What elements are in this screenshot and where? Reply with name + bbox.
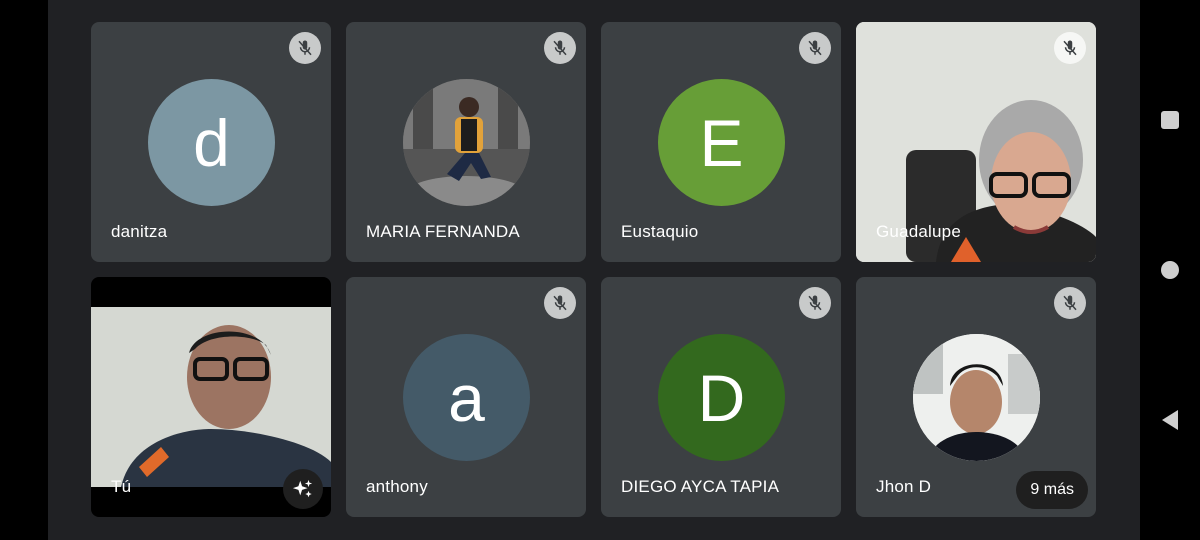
avatar: d	[148, 79, 275, 206]
avatar: a	[403, 334, 530, 461]
avatar-initial: E	[699, 105, 744, 180]
participant-tile-diego-ayca-tapia[interactable]: D DIEGO AYCA TAPIA	[601, 277, 841, 517]
mic-off-icon	[289, 32, 321, 64]
home-icon[interactable]	[1161, 261, 1179, 279]
mic-off-icon	[799, 32, 831, 64]
participant-tile-danitza[interactable]: d danitza	[91, 22, 331, 262]
participant-name: Jhon D	[876, 477, 932, 496]
avatar-initial: a	[448, 360, 485, 435]
participant-name: Tú	[111, 477, 132, 496]
mic-off-icon	[544, 32, 576, 64]
avatar-initial: d	[193, 105, 230, 180]
mic-off-icon	[799, 287, 831, 319]
mic-off-icon	[544, 287, 576, 319]
participant-name: Eustaquio	[621, 222, 699, 241]
avatar-photo	[913, 334, 1040, 461]
avatar: D	[658, 334, 785, 461]
participant-tile-eustaquio[interactable]: E Eustaquio	[601, 22, 841, 262]
avatar: E	[658, 79, 785, 206]
sparkle-icon[interactable]	[283, 469, 323, 509]
participant-tile-anthony[interactable]: a anthony	[346, 277, 586, 517]
participant-name: danitza	[111, 222, 168, 241]
back-icon[interactable]	[1162, 410, 1178, 430]
participant-tile-self[interactable]: Tú	[91, 277, 331, 517]
mic-off-icon	[1054, 287, 1086, 319]
self-video-feed	[91, 307, 331, 487]
participant-name: MARIA FERNANDA	[366, 222, 520, 241]
more-participants-button[interactable]: 9 más	[1016, 471, 1088, 509]
participant-tile-jhon-d[interactable]: Jhon D 9 más	[856, 277, 1096, 517]
participant-tile-guadalupe[interactable]: Guadalupe	[856, 22, 1096, 262]
participant-name: anthony	[366, 477, 428, 496]
participant-name: DIEGO AYCA TAPIA	[621, 477, 780, 496]
mic-off-icon	[1054, 32, 1086, 64]
recents-icon[interactable]	[1161, 111, 1179, 129]
meeting-grid: d danitza MARIA FERNANDA E Eustaquio Gua…	[48, 0, 1140, 540]
participant-name: Guadalupe	[876, 222, 961, 241]
participant-tile-maria-fernanda[interactable]: MARIA FERNANDA	[346, 22, 586, 262]
avatar-initial: D	[697, 360, 746, 435]
system-nav-bar	[1140, 0, 1200, 540]
avatar-photo	[403, 79, 530, 206]
